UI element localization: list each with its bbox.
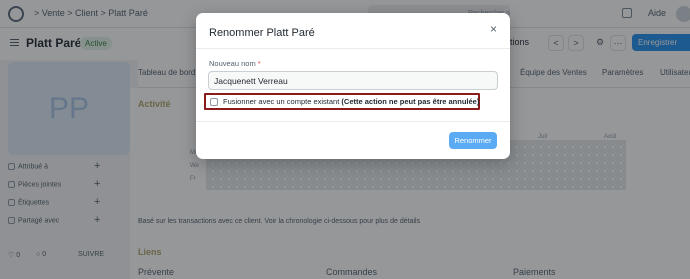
new-name-label: Nouveau nom *	[209, 59, 261, 68]
merge-label-text: Fusionner avec un compte existant	[223, 97, 340, 106]
merge-checkbox[interactable]	[210, 98, 218, 106]
rename-button[interactable]: Renommer	[449, 132, 497, 149]
divider	[196, 48, 510, 49]
rename-dialog: Renommer Platt Paré × Nouveau nom * Fusi…	[196, 13, 510, 159]
merge-checkbox-label[interactable]: Fusionner avec un compte existant (Cette…	[223, 97, 479, 106]
new-name-label-text: Nouveau nom	[209, 59, 256, 68]
merge-option-highlight: Fusionner avec un compte existant (Cette…	[204, 93, 480, 110]
close-icon[interactable]: ×	[490, 22, 497, 36]
required-marker: *	[257, 59, 261, 68]
merge-warning-text: (Cette action ne peut pas être annulée)	[341, 97, 480, 106]
new-name-input[interactable]	[208, 71, 498, 90]
divider	[196, 121, 510, 122]
dialog-title: Renommer Platt Paré	[209, 27, 315, 39]
